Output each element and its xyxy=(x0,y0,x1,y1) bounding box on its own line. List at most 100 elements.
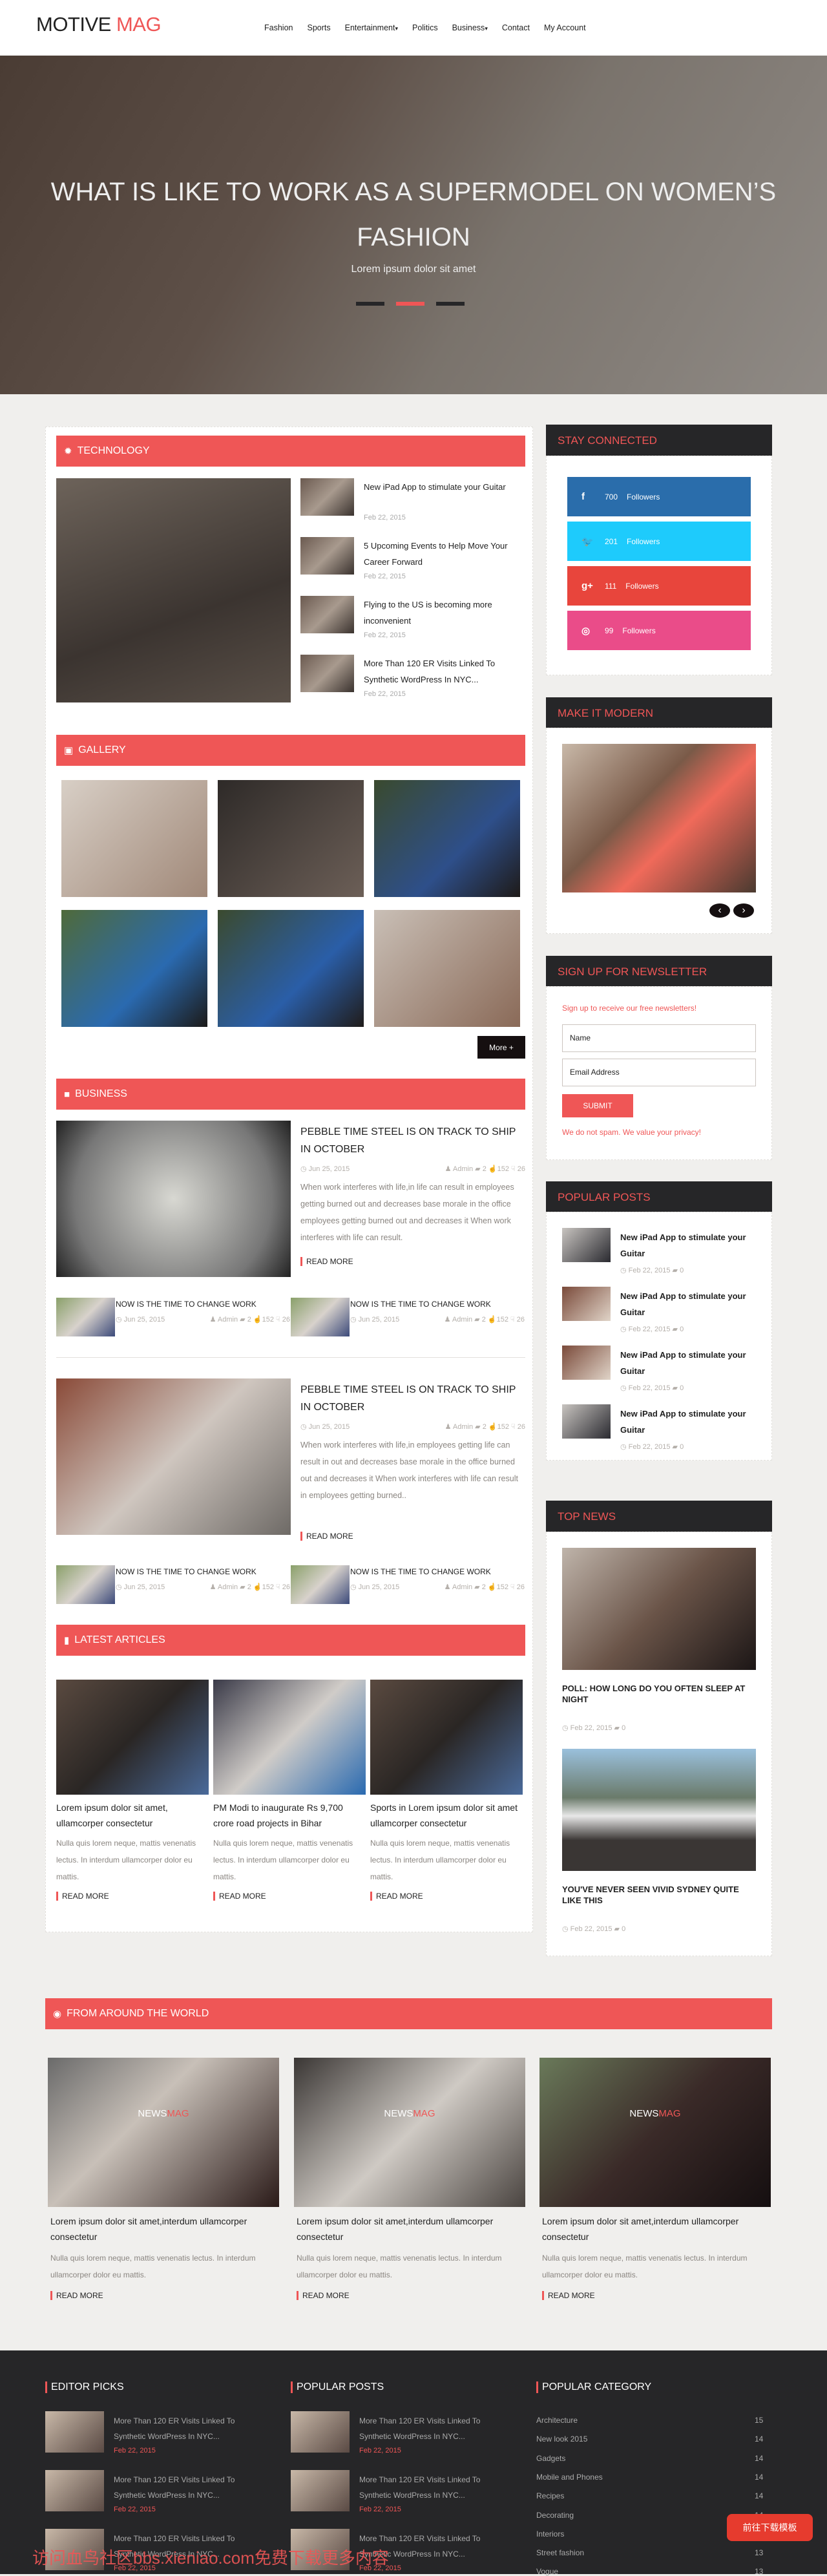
page: MOTIVE MAG Fashion Sports Entertainment▾ Pol… xyxy=(0,0,827,2576)
slider-dot[interactable] xyxy=(436,302,465,306)
name-field[interactable]: Name xyxy=(562,1024,756,1052)
stats-group: ♟ Admin ▰ 2 ☝152 ☟ 26 xyxy=(445,1315,525,1324)
nav-label: Politics xyxy=(412,23,438,32)
modern-slider-image xyxy=(562,744,756,892)
top-news-title[interactable]: POLL: HOW LONG DO YOU OFTEN SLEEP AT NIG… xyxy=(562,1683,756,1705)
thumbs-down-icon: ☟ xyxy=(508,1583,517,1591)
post-title-link[interactable]: New iPad App to stimulate your Guitar xyxy=(364,479,519,495)
small-post-title[interactable]: NOW IS THE TIME TO CHANGE WORK xyxy=(116,1300,290,1309)
thumbs-up-icon: ☝ xyxy=(486,1165,497,1173)
comment-icon: ▰ xyxy=(612,1724,622,1732)
section-title: LATEST ARTICLES xyxy=(74,1634,165,1645)
category-link[interactable]: Decorating xyxy=(536,2511,574,2520)
footer-post-date: Feb 22, 2015 xyxy=(114,2447,156,2455)
twitter-icon: 🐦 xyxy=(581,536,594,547)
latest-article-title[interactable]: Lorem ipsum dolor sit amet, ullamcorper … xyxy=(56,1800,205,1831)
post-date: Feb 22, 2015 xyxy=(364,573,406,580)
latest-article-title[interactable]: Sports in Lorem ipsum dolor sit amet ull… xyxy=(370,1800,519,1831)
post-date: Feb 22, 2015 xyxy=(364,514,406,522)
download-template-button[interactable]: 前往下载模板 xyxy=(727,2514,813,2541)
comment-icon: ▰ xyxy=(670,1384,680,1392)
world-article-title[interactable]: Lorem ipsum dolor sit amet,interdum ulla… xyxy=(297,2213,523,2244)
read-more-link[interactable]: READ MORE xyxy=(297,2291,350,2300)
nav-item-my-account[interactable]: My Account xyxy=(544,23,586,32)
section-title: BUSINESS xyxy=(75,1088,127,1099)
submit-button[interactable]: SUBMIT xyxy=(562,1094,633,1117)
category-count: 14 xyxy=(755,2453,764,2463)
brand-mag: MAG xyxy=(167,2108,189,2119)
clock-icon: ◷ xyxy=(620,1443,629,1451)
footer-post-title[interactable]: More Than 120 ER Visits Linked To Synthe… xyxy=(114,2413,243,2444)
nav-item-politics[interactable]: Politics xyxy=(412,23,438,32)
social-follow-button[interactable]: f 700 Followers xyxy=(567,477,751,516)
small-post-title[interactable]: NOW IS THE TIME TO CHANGE WORK xyxy=(116,1567,290,1576)
category-link[interactable]: Architecture xyxy=(536,2416,578,2425)
small-post-meta: ◷ Jun 25, 2015 ♟ Admin ▰ 2 ☝152 ☟ 26 xyxy=(350,1315,525,1324)
popular-post-title[interactable]: New iPad App to stimulate your Guitar xyxy=(620,1288,749,1320)
category-link[interactable]: New look 2015 xyxy=(536,2434,587,2444)
email-field[interactable]: Email Address xyxy=(562,1059,756,1086)
nav-item-contact[interactable]: Contact xyxy=(502,23,530,32)
google-plus-icon: g+ xyxy=(581,580,593,591)
name-input[interactable] xyxy=(562,1024,756,1052)
read-more-link[interactable]: READ MORE xyxy=(56,1892,109,1901)
post-author: Admin xyxy=(452,1165,474,1173)
post-title-link[interactable]: 5 Upcoming Events to Help Move Your Care… xyxy=(364,538,519,570)
popular-post-title[interactable]: New iPad App to stimulate your Guitar xyxy=(620,1347,749,1379)
site-logo[interactable]: MOTIVE MAG xyxy=(36,13,162,36)
category-link[interactable]: Gadgets xyxy=(536,2454,565,2463)
small-post-title[interactable]: NOW IS THE TIME TO CHANGE WORK xyxy=(350,1300,525,1309)
follower-count: 99 xyxy=(605,626,614,635)
footer-post-title[interactable]: More Than 120 ER Visits Linked To Synthe… xyxy=(359,2413,488,2444)
world-article-title[interactable]: Lorem ipsum dolor sit amet,interdum ulla… xyxy=(50,2213,277,2244)
nav-item-sports[interactable]: Sports xyxy=(307,23,330,32)
footer-post-title[interactable]: More Than 120 ER Visits Linked To Synthe… xyxy=(114,2472,243,2503)
social-follow-button[interactable]: 🐦 201 Followers xyxy=(567,522,751,561)
post-title-link[interactable]: More Than 120 ER Visits Linked To Synthe… xyxy=(364,655,519,688)
small-post-title[interactable]: NOW IS THE TIME TO CHANGE WORK xyxy=(350,1567,525,1576)
date-group: ◷ Jun 25, 2015 xyxy=(350,1315,399,1324)
nav-item-fashion[interactable]: Fashion xyxy=(264,23,293,32)
follower-count: 111 xyxy=(605,581,617,591)
read-more-link[interactable]: READ MORE xyxy=(300,1532,353,1541)
popular-post-meta: ◷ Feb 22, 2015 ▰ 0 xyxy=(620,1442,684,1451)
social-follow-button[interactable]: ◎ 99 Followers xyxy=(567,611,751,650)
slider-dot[interactable] xyxy=(396,302,424,306)
nav-item-entertainment[interactable]: Entertainment▾ xyxy=(345,23,398,32)
category-link[interactable]: Interiors xyxy=(536,2529,564,2539)
post-thumbnail xyxy=(300,537,354,575)
social-follow-button[interactable]: g+ 111 Followers xyxy=(567,566,751,606)
read-more-link[interactable]: READ MORE xyxy=(213,1892,266,1901)
top-news-meta: ◷ Feb 22, 2015 ▰ 0 xyxy=(562,1724,625,1732)
follower-label: Followers xyxy=(627,492,660,501)
category-link[interactable]: Recipes xyxy=(536,2491,564,2500)
post-title-link[interactable]: Flying to the US is becoming more inconv… xyxy=(364,596,519,629)
slider-next-button[interactable]: › xyxy=(733,903,754,918)
footer-post-title[interactable]: More Than 120 ER Visits Linked To Synthe… xyxy=(359,2472,488,2503)
category-link[interactable]: Vogue xyxy=(536,2567,558,2576)
world-article-excerpt: Nulla quis lorem neque, mattis venenatis… xyxy=(297,2254,502,2279)
slider-dot[interactable] xyxy=(356,302,384,306)
clock-icon: ◷ xyxy=(350,1316,359,1324)
nav-item-business[interactable]: Business▾ xyxy=(452,23,488,32)
read-more-link[interactable]: READ MORE xyxy=(300,1257,353,1266)
category-link[interactable]: Mobile and Phones xyxy=(536,2473,603,2482)
popular-post-title[interactable]: New iPad App to stimulate your Guitar xyxy=(620,1229,749,1262)
email-input[interactable] xyxy=(562,1059,756,1086)
stats-group: ♟ Admin ▰ 2 ☝152 ☟ 26 xyxy=(210,1583,290,1591)
read-more-link[interactable]: READ MORE xyxy=(542,2291,595,2300)
read-more-link[interactable]: READ MORE xyxy=(50,2291,103,2300)
gallery-more-button[interactable]: More + xyxy=(477,1036,525,1059)
business-post-title[interactable]: PEBBLE TIME STEEL IS ON TRACK TO SHIP IN… xyxy=(300,1381,525,1416)
slider-prev-button[interactable]: ‹ xyxy=(709,903,730,918)
category-count: 14 xyxy=(755,2434,764,2444)
read-more-link[interactable]: READ MORE xyxy=(370,1892,423,1901)
business-post-title[interactable]: PEBBLE TIME STEEL IS ON TRACK TO SHIP IN… xyxy=(300,1123,525,1158)
world-article-title[interactable]: Lorem ipsum dolor sit amet,interdum ulla… xyxy=(542,2213,768,2244)
popular-post-title[interactable]: New iPad App to stimulate your Guitar xyxy=(620,1406,749,1438)
world-article-excerpt: Nulla quis lorem neque, mattis venenatis… xyxy=(542,2254,748,2279)
category-link[interactable]: Street fashion xyxy=(536,2548,584,2557)
clock-icon: ◷ xyxy=(620,1325,629,1333)
top-news-title[interactable]: YOU'VE NEVER SEEN VIVID SYDNEY QUITE LIK… xyxy=(562,1884,756,1906)
latest-article-title[interactable]: PM Modi to inaugurate Rs 9,700 crore roa… xyxy=(213,1800,362,1831)
